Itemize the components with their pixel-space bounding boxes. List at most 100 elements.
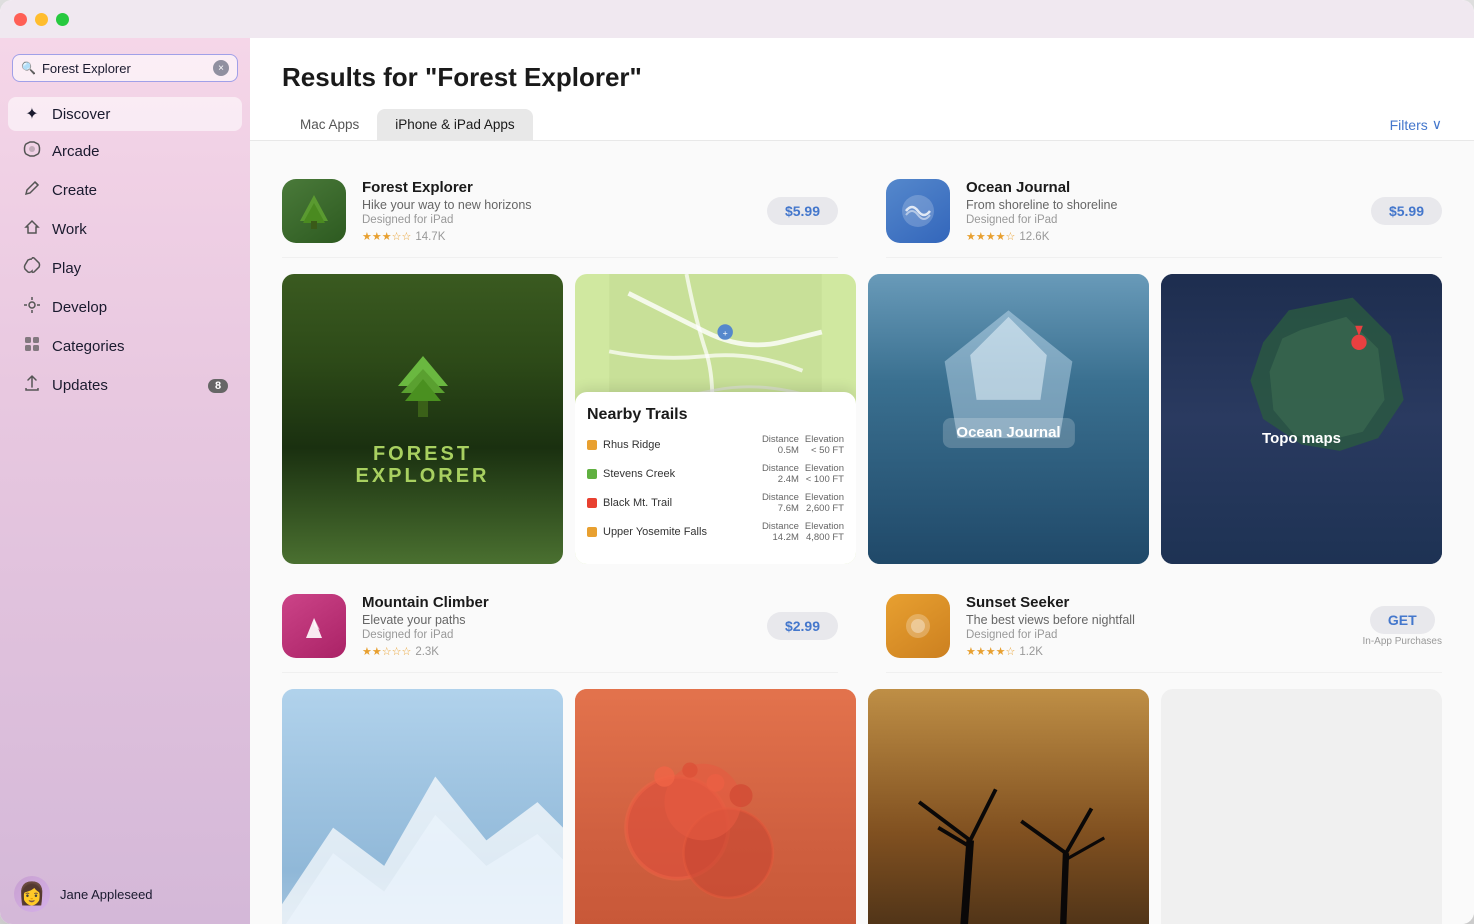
results-body: Forest Explorer Hike your way to new hor…: [250, 141, 1474, 924]
screenshot-topo[interactable]: Topo maps: [1161, 274, 1442, 564]
screenshot-mountains[interactable]: [282, 689, 563, 924]
app-icon-sunset-seeker[interactable]: [886, 594, 950, 658]
stars: ★★★☆☆: [362, 230, 411, 243]
screenshots-row-1: FOREST EXPLORER: [282, 274, 1442, 564]
filters-label: Filters: [1390, 117, 1428, 133]
sidebar-item-label: Play: [52, 260, 81, 277]
sidebar: 🔍 Forest Explorer × ✦ Discover Arcade: [0, 38, 250, 924]
app-name: Mountain Climber: [362, 594, 751, 611]
search-clear-button[interactable]: ×: [213, 60, 229, 76]
sidebar-item-label: Discover: [52, 106, 110, 123]
topo-label: Topo maps: [1262, 430, 1341, 447]
stars: ★★☆☆☆: [362, 645, 411, 658]
app-platform: Designed for iPad: [966, 629, 1347, 641]
app-name: Forest Explorer: [362, 179, 751, 196]
screenshot-coral[interactable]: [575, 689, 856, 924]
updates-badge: 8: [208, 379, 228, 393]
app-row-ocean-journal: Ocean Journal From shoreline to shorelin…: [886, 165, 1442, 258]
sidebar-item-arcade[interactable]: Arcade: [8, 133, 242, 170]
search-bar[interactable]: 🔍 Forest Explorer ×: [12, 54, 238, 82]
content-header: Results for "Forest Explorer" Mac Apps i…: [250, 38, 1474, 141]
top-app-rows: Forest Explorer Hike your way to new hor…: [282, 165, 1442, 258]
trail-dot: [587, 498, 597, 508]
in-app-purchases-label: In-App Purchases: [1363, 636, 1443, 647]
screenshot-ocean[interactable]: Ocean Journal: [868, 274, 1149, 564]
bottom-app-rows: Mountain Climber Elevate your paths Desi…: [282, 580, 1442, 673]
app-row-mountain-climber: Mountain Climber Elevate your paths Desi…: [282, 580, 838, 673]
titlebar: [0, 0, 1474, 38]
sidebar-item-label: Arcade: [52, 143, 100, 160]
app-platform: Designed for iPad: [362, 214, 751, 226]
sidebar-item-work[interactable]: Work: [8, 211, 242, 248]
sidebar-item-play[interactable]: Play: [8, 250, 242, 287]
sidebar-item-label: Categories: [52, 338, 125, 355]
nearby-trails-panel: Nearby Trails Rhus Ridge Distance0.5M El…: [575, 392, 856, 564]
minimize-button[interactable]: [35, 13, 48, 26]
app-icon-mountain-climber[interactable]: [282, 594, 346, 658]
search-icon: 🔍: [21, 61, 36, 75]
trail-row-3: Black Mt. Trail Distance7.6M Elevation2,…: [587, 492, 844, 514]
app-desc: Elevate your paths: [362, 613, 751, 627]
app-rating: ★★☆☆☆ 2.3K: [362, 645, 751, 658]
work-icon: [22, 218, 42, 241]
app-info-mountain-climber: Mountain Climber Elevate your paths Desi…: [362, 594, 751, 658]
trail-stat: Distance7.6M: [762, 492, 799, 514]
price-button-ocean-journal[interactable]: $5.99: [1371, 197, 1442, 225]
chevron-down-icon: ∨: [1432, 116, 1442, 133]
app-platform: Designed for iPad: [966, 214, 1355, 226]
trail-dot: [587, 527, 597, 537]
forest-title-line1: FOREST: [355, 443, 489, 465]
sidebar-item-label: Develop: [52, 299, 107, 316]
sidebar-item-develop[interactable]: Develop: [8, 289, 242, 326]
trail-name: Rhus Ridge: [603, 439, 756, 451]
trail-elevation: Elevation< 50 FT: [805, 434, 844, 456]
close-button[interactable]: [14, 13, 27, 26]
price-button-forest-explorer[interactable]: $5.99: [767, 197, 838, 225]
screenshot-sunset-beach[interactable]: [868, 689, 1149, 924]
trail-stat: Distance0.5M: [762, 434, 799, 456]
sidebar-item-discover[interactable]: ✦ Discover: [8, 97, 242, 131]
nearby-title: Nearby Trails: [587, 406, 844, 424]
trail-name: Stevens Creek: [603, 468, 756, 480]
arcade-icon: [22, 140, 42, 163]
tab-iphone-ipad-apps[interactable]: iPhone & iPad Apps: [377, 109, 532, 140]
ocean-label: Ocean Journal: [956, 424, 1060, 441]
avatar: 👩: [14, 876, 50, 912]
get-button-sunset-seeker[interactable]: GET: [1370, 606, 1435, 634]
app-rating: ★★★★☆ 1.2K: [966, 645, 1347, 658]
app-desc: From shoreline to shoreline: [966, 198, 1355, 212]
trail-stat: Distance2.4M: [762, 463, 799, 485]
sidebar-item-create[interactable]: Create: [8, 172, 242, 209]
tab-bar: Mac Apps iPhone & iPad Apps Filters ∨: [282, 109, 1442, 140]
develop-icon: [22, 296, 42, 319]
maximize-button[interactable]: [56, 13, 69, 26]
trail-row-1: Rhus Ridge Distance0.5M Elevation< 50 FT: [587, 434, 844, 456]
price-button-mountain-climber[interactable]: $2.99: [767, 612, 838, 640]
app-rating: ★★★★☆ 12.6K: [966, 230, 1355, 243]
sidebar-item-label: Create: [52, 182, 97, 199]
screenshot-placeholder: [1161, 689, 1442, 924]
review-count: 2.3K: [415, 646, 439, 658]
clear-icon: ×: [218, 63, 224, 74]
sidebar-item-updates[interactable]: Updates 8: [8, 367, 242, 404]
sidebar-item-categories[interactable]: Categories: [8, 328, 242, 365]
app-row-forest-explorer: Forest Explorer Hike your way to new hor…: [282, 165, 838, 258]
main-layout: 🔍 Forest Explorer × ✦ Discover Arcade: [0, 38, 1474, 924]
trail-row-4: Upper Yosemite Falls Distance14.2M Eleva…: [587, 521, 844, 543]
svg-text:+: +: [723, 328, 728, 338]
app-icon-ocean-journal[interactable]: [886, 179, 950, 243]
screenshot-forest[interactable]: FOREST EXPLORER: [282, 274, 563, 564]
app-name: Sunset Seeker: [966, 594, 1347, 611]
search-input[interactable]: Forest Explorer: [42, 61, 207, 76]
results-title: Results for "Forest Explorer": [282, 62, 1442, 93]
filters-button[interactable]: Filters ∨: [1390, 110, 1442, 139]
username: Jane Appleseed: [60, 887, 153, 902]
tab-mac-apps[interactable]: Mac Apps: [282, 109, 377, 140]
user-profile[interactable]: 👩 Jane Appleseed: [0, 864, 250, 924]
screenshot-map[interactable]: + Nearby Trails Rhus Ridge Distance0.5M: [575, 274, 856, 564]
app-platform: Designed for iPad: [362, 629, 751, 641]
app-info-sunset-seeker: Sunset Seeker The best views before nigh…: [966, 594, 1347, 658]
app-info-forest-explorer: Forest Explorer Hike your way to new hor…: [362, 179, 751, 243]
app-icon-forest-explorer[interactable]: [282, 179, 346, 243]
sidebar-item-label: Work: [52, 221, 87, 238]
